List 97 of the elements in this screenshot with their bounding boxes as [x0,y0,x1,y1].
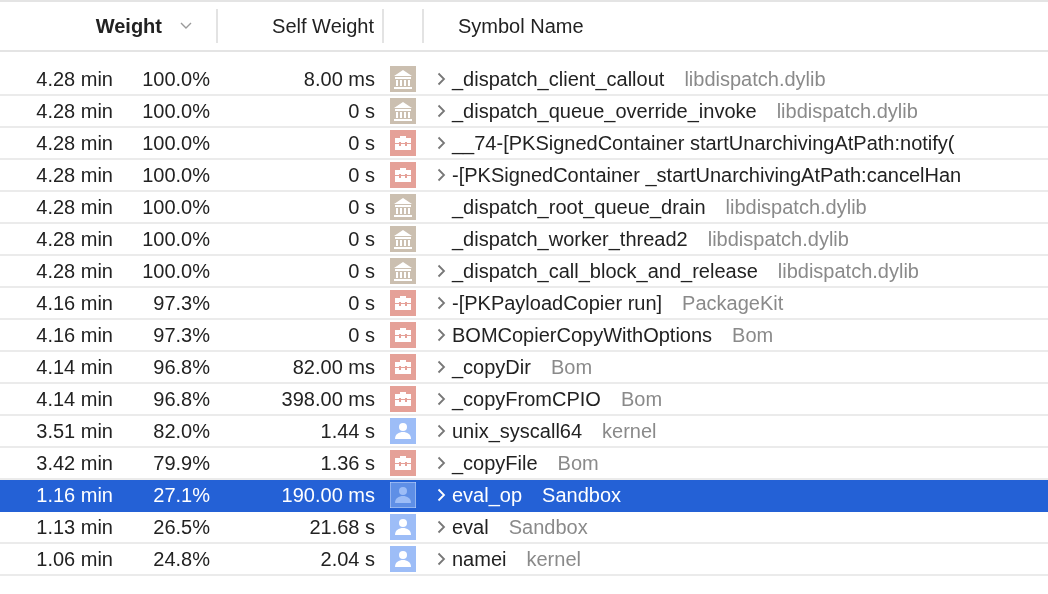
table-row[interactable]: 4.28 min 100.0% 0 s _dispatch_call_block_and_release libdispatch.dylib [0,256,1048,288]
table-cell-text: 21.68 s [308,515,375,539]
table-row[interactable]: 3.51 min 82.0% 1.44 s unix_syscall64 kernel [0,416,1048,448]
table-row[interactable]: 4.28 min 100.0% 0 s __74-[PKSignedContainer startUnarchivingAtPath:notify( [0,128,1048,160]
table-cell-text: 4.28 min [35,195,113,219]
table-cell: libdispatch.dylib [684,67,826,91]
table-cell-text: 100.0% [141,163,210,187]
table-cell-text: 79.9% [152,451,210,475]
table-row[interactable]: 4.16 min 97.3% 0 s -[PKPayloadCopier run] PackageKit [0,288,1048,320]
table-cell-text: 4.14 min [35,355,113,379]
table-row[interactable]: 4.14 min 96.8% 398.00 ms _copyFromCPIO Bom [0,384,1048,416]
table-row[interactable]: 4.16 min 97.3% 0 s BOMCopierCopyWithOptions Bom [0,320,1048,352]
table-cell-text: 1.44 s [319,419,375,443]
table-cell-text: 100.0% [141,227,210,251]
table-cell-text: 0 s [347,99,375,123]
table-cell-text: 0 s [347,131,375,155]
table-cell: eval [452,515,489,539]
table-cell-text: 96.8% [152,355,210,379]
table-cell-text: 4.28 min [35,67,113,91]
table-row[interactable]: 4.28 min 100.0% 0 s _dispatch_root_queue_drain libdispatch.dylib [0,192,1048,224]
table-cell-text: 3.51 min [35,419,113,443]
table-cell-text: 4.28 min [35,227,113,251]
table-cell: PackageKit [682,291,784,315]
table-cell: libdispatch.dylib [707,227,849,251]
table-cell: libdispatch.dylib [777,259,919,283]
table-row[interactable]: 4.28 min 100.0% 0 s _dispatch_queue_override_invoke libdispatch.dylib [0,96,1048,128]
table-cell-text: 1.36 s [319,451,375,475]
table-cell-text: 100.0% [141,99,210,123]
table-cell-text: 100.0% [141,131,210,155]
table-cell: __74-[PKSignedContainer startUnarchivingAtPath:notify( [452,131,955,155]
table-cell-text: 0 s [347,259,375,283]
column-header[interactable]: Symbol Name [424,9,584,43]
table-cell-text: 0 s [347,323,375,347]
table-cell-text: 1.06 min [35,547,113,571]
table-cell: _copyFromCPIO [452,387,601,411]
table-row[interactable]: 1.16 min 27.1% 190.00 ms eval_op Sandbox [0,480,1048,512]
table-cell-text: 26.5% [152,515,210,539]
table-cell: libdispatch.dylib [725,195,867,219]
table-cell: namei [452,547,507,571]
table-cell-text: 1.13 min [35,515,113,539]
table-row[interactable]: 4.28 min 100.0% 0 s _dispatch_worker_thread2 libdispatch.dylib [0,224,1048,256]
table-cell: _dispatch_root_queue_drain [452,195,706,219]
table-cell-text: 100.0% [141,195,210,219]
table-cell: eval_op [452,483,523,507]
table-cell: Bom [550,355,593,379]
table-row[interactable]: 1.13 min 26.5% 21.68 s eval Sandbox [0,512,1048,544]
table-cell: kernel [602,419,657,443]
table-cell-text: 1.16 min [35,483,113,507]
table-cell-text: 97.3% [152,291,210,315]
table-cell: -[PKSignedContainer _startUnarchivingAtPath:cancelHan [452,163,962,187]
table-cell: -[PKPayloadCopier run] [452,291,663,315]
table-cell-text: 4.28 min [35,99,113,123]
table-cell-text: 4.16 min [35,291,113,315]
table-cell-text: 82.00 ms [291,355,375,379]
table-cell-text: 4.16 min [35,323,113,347]
table-cell: _copyDir [452,355,531,379]
table-cell: Sandbox [508,515,588,539]
table-cell-text: 2.04 s [319,547,375,571]
table-cell: unix_syscall64 [452,419,583,443]
table-cell-text: 398.00 ms [280,387,375,411]
table-cell-text: 97.3% [152,323,210,347]
table-cell: _copyFile [452,451,538,475]
table-cell-text: 3.42 min [35,451,113,475]
table-cell-text: 4.14 min [35,387,113,411]
table-cell-text: 0 s [347,227,375,251]
table-cell: Bom [557,451,599,475]
table-cell: _dispatch_call_block_and_release [452,259,758,283]
table-cell-text: 100.0% [141,259,210,283]
table-cell-text: 24.8% [152,547,210,571]
column-header[interactable]: Self Weight [218,9,384,43]
table-cell-text: 0 s [347,163,375,187]
table-cell-text: 96.8% [152,387,210,411]
table-row[interactable]: 4.14 min 96.8% 82.00 ms _copyDir Bom [0,352,1048,384]
table-cell: Bom [732,323,774,347]
table-cell-text: 0 s [347,195,375,219]
table-cell-text: 4.28 min [35,131,113,155]
table-cell: _dispatch_worker_thread2 [452,227,688,251]
table-cell: kernel [526,547,581,571]
table-cell: _dispatch_client_callout [452,67,665,91]
table-cell-text: 4.28 min [35,163,113,187]
table-cell: libdispatch.dylib [776,99,918,123]
table-row[interactable]: 4.28 min 100.0% 0 s -[PKSignedContainer _startUnarchivingAtPath:cancelHan [0,160,1048,192]
table-cell: BOMCopierCopyWithOptions [452,323,713,347]
table-cell-text: 100.0% [141,67,210,91]
table-cell: Bom [620,387,663,411]
table-cell: Sandbox [542,483,622,507]
table-cell: _dispatch_queue_override_invoke [452,99,757,123]
table-cell-text: 0 s [347,291,375,315]
table-row[interactable]: 4.28 min 100.0% 8.00 ms _dispatch_client_callout libdispatch.dylib [0,64,1048,96]
table-cell-text: 4.28 min [35,259,113,283]
table-cell-text: 82.0% [152,419,210,443]
chevron-down-icon [180,22,192,30]
table-cell-text: 190.00 ms [280,483,375,507]
column-header[interactable]: Weight [0,9,218,43]
table-row[interactable]: 1.06 min 24.8% 2.04 s namei kernel [0,544,1048,576]
table-cell-text: 8.00 ms [302,67,375,91]
table-cell-text: 27.1% [152,483,210,507]
